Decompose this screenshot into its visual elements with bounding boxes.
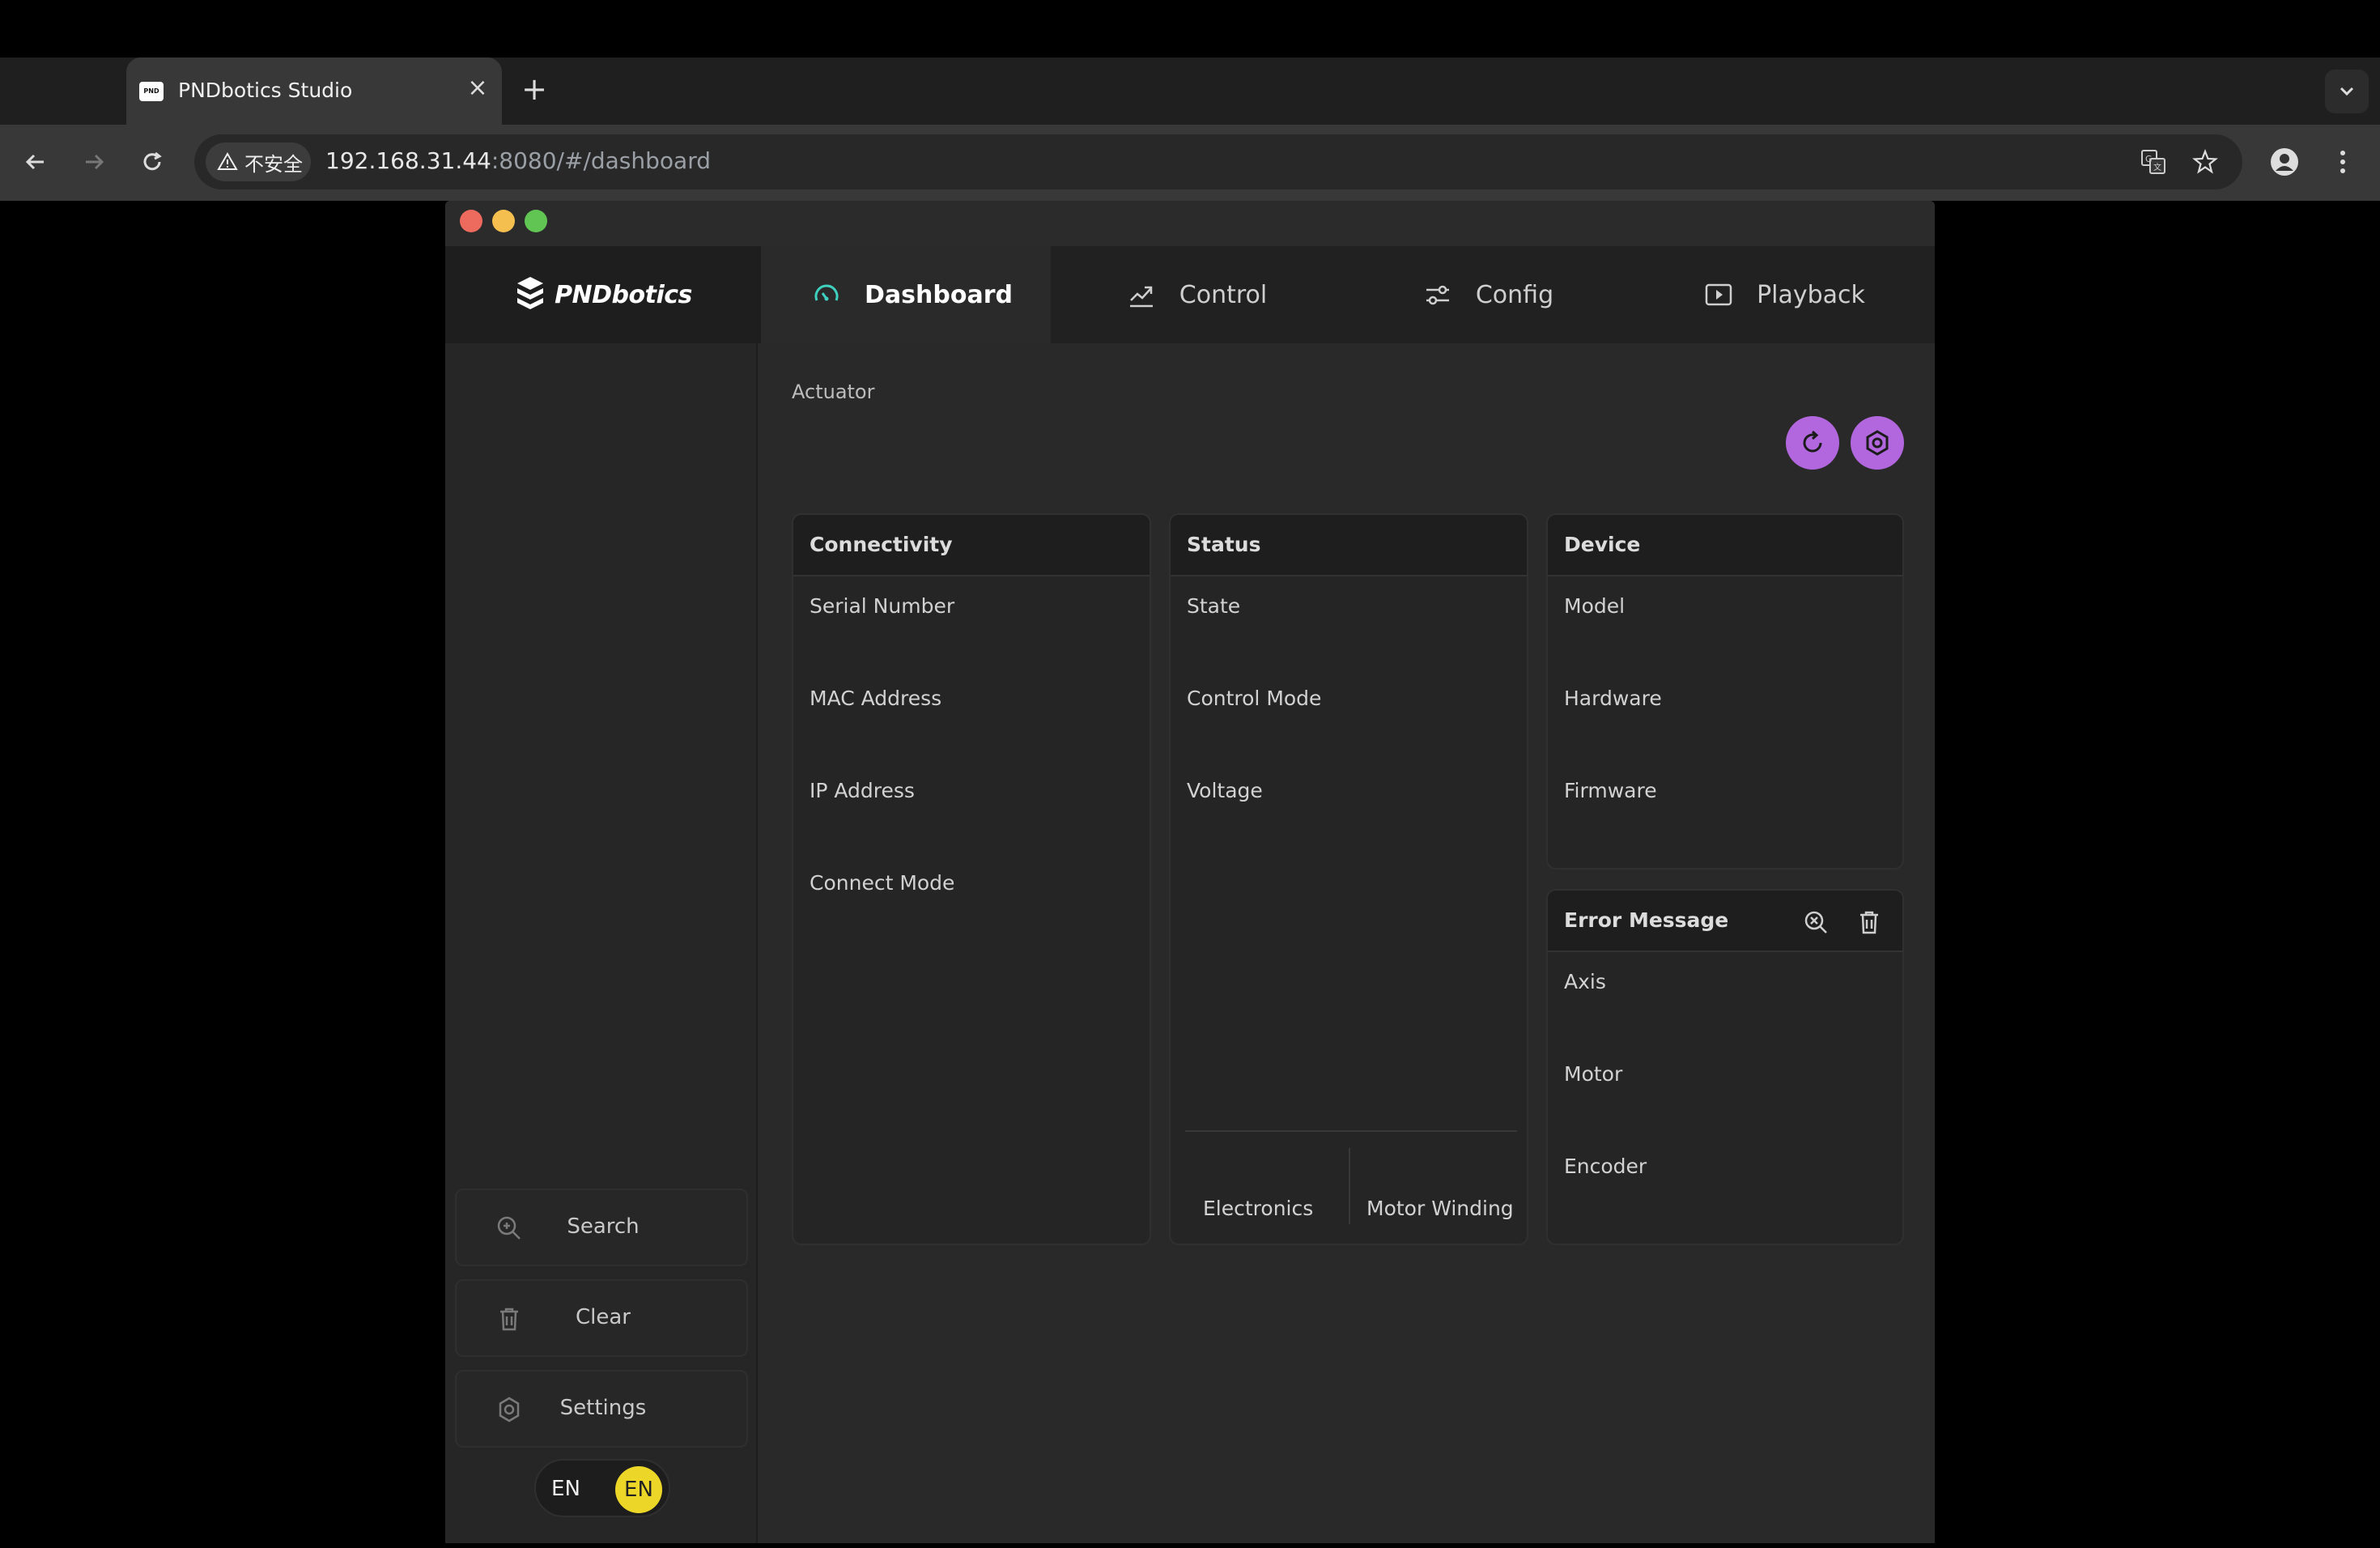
pndbotics-logo-icon (517, 277, 544, 309)
clear-label: Clear (576, 1305, 631, 1329)
error-clear-icon[interactable] (1855, 908, 1883, 936)
electronics-label: Electronics (1203, 1197, 1314, 1220)
connectivity-header: Connectivity (793, 515, 1150, 576)
browser-tab[interactable]: PND PNDbotics Studio × (126, 57, 502, 125)
tab-config[interactable]: Config (1342, 246, 1634, 343)
axis-label: Axis (1564, 970, 1606, 993)
status-footer-divider (1185, 1130, 1517, 1132)
tab-favicon: PND (139, 82, 164, 101)
error-message-card: Error Message Axis Motor Encoder (1546, 889, 1904, 1245)
warning-icon (217, 152, 238, 170)
url-text[interactable]: 192.168.31.44:8080/#/dashboard (325, 147, 711, 174)
section-title: Actuator (792, 381, 875, 403)
kebab-menu-icon (2340, 151, 2345, 173)
device-header: Device (1548, 515, 1902, 576)
ip-address-label: IP Address (810, 779, 915, 802)
svg-text:文: 文 (2153, 162, 2161, 172)
play-icon (1705, 283, 1732, 306)
refresh-button[interactable] (1786, 416, 1839, 470)
motor-winding-label: Motor Winding (1366, 1197, 1514, 1220)
language-toggle[interactable]: EN EN (534, 1459, 670, 1517)
back-button[interactable] (16, 142, 55, 181)
error-message-header: Error Message (1548, 891, 1902, 952)
connectivity-title: Connectivity (810, 533, 953, 556)
motor-label: Motor (1564, 1062, 1623, 1086)
tab-close-icon[interactable]: × (463, 74, 492, 103)
reload-icon (143, 151, 162, 171)
svg-text:G: G (2145, 154, 2153, 164)
actuator-settings-button[interactable] (1851, 416, 1904, 470)
sliders-icon (1426, 285, 1449, 305)
settings-label: Settings (559, 1396, 647, 1420)
tab-search-button[interactable] (2325, 70, 2369, 113)
gauge-icon (814, 284, 839, 301)
search-label: Search (567, 1214, 640, 1239)
arrow-right-icon (86, 154, 104, 170)
sidebar (445, 343, 758, 1543)
voltage-label: Voltage (1187, 779, 1263, 802)
status-card: Status State Control Mode Voltage Electr… (1169, 513, 1528, 1245)
tab-control-label: Control (1179, 280, 1268, 309)
url-path: :8080/#/dashboard (491, 147, 711, 174)
reload-button[interactable] (133, 142, 172, 181)
gear-icon (1866, 430, 1889, 456)
mac-address-label: MAC Address (810, 687, 942, 710)
status-footer-separator (1349, 1148, 1350, 1224)
translate-button[interactable]: G文 (2134, 142, 2173, 181)
tab-title: PNDbotics Studio (178, 79, 353, 102)
window-titlebar (445, 201, 1935, 246)
error-message-title: Error Message (1564, 908, 1729, 932)
app-logo: PNDbotics (445, 246, 761, 343)
translate-icon: G文 (2141, 150, 2165, 174)
tab-playback[interactable]: Playback (1634, 246, 1935, 343)
security-chip[interactable]: 不安全 (206, 142, 311, 181)
chevron-down-icon (2340, 87, 2354, 96)
status-title: Status (1187, 533, 1261, 556)
bookmark-button[interactable] (2186, 142, 2225, 181)
maximize-window-button[interactable] (525, 210, 547, 232)
firmware-label: Firmware (1564, 779, 1657, 802)
security-label: 不安全 (244, 152, 303, 176)
url-host: 192.168.31.44 (325, 147, 491, 174)
settings-button[interactable]: Settings (455, 1370, 748, 1448)
avatar-icon (2271, 148, 2298, 176)
browser-menu-button[interactable] (2323, 142, 2362, 181)
model-label: Model (1564, 594, 1626, 618)
forward-button[interactable] (74, 142, 113, 181)
profile-button[interactable] (2265, 142, 2304, 181)
logo-text: PNDbotics (555, 280, 692, 309)
tab-config-label: Config (1475, 280, 1554, 309)
encoder-label: Encoder (1564, 1155, 1647, 1178)
serial-number-label: Serial Number (810, 594, 955, 618)
refresh-icon (1803, 430, 1822, 453)
device-title: Device (1564, 533, 1641, 556)
control-mode-label: Control Mode (1187, 687, 1322, 710)
new-tab-icon[interactable]: + (518, 73, 550, 105)
hardware-label: Hardware (1564, 687, 1662, 710)
state-label: State (1187, 594, 1241, 618)
lang-option-active[interactable]: EN (615, 1466, 662, 1513)
tab-control[interactable]: Control (1051, 246, 1342, 343)
arrow-left-icon (25, 154, 44, 170)
minimize-window-button[interactable] (492, 210, 515, 232)
app-window: PNDbotics Dashboard Control Config Playb… (445, 201, 1935, 1543)
tab-playback-label: Playback (1757, 280, 1865, 309)
clear-button[interactable]: Clear (455, 1279, 748, 1357)
close-window-button[interactable] (460, 210, 482, 232)
device-card: Device Model Hardware Firmware (1546, 513, 1904, 870)
status-header: Status (1171, 515, 1527, 576)
star-icon (2192, 148, 2218, 174)
connect-mode-label: Connect Mode (810, 871, 955, 895)
search-button[interactable]: Search (455, 1189, 748, 1266)
tab-dashboard-label: Dashboard (865, 280, 1013, 309)
lang-option-left[interactable]: EN (546, 1469, 586, 1509)
connectivity-card: Connectivity Serial Number MAC Address I… (792, 513, 1151, 1245)
trend-icon (1129, 286, 1153, 308)
tab-dashboard[interactable]: Dashboard (761, 246, 1051, 343)
error-search-icon[interactable] (1802, 908, 1830, 936)
